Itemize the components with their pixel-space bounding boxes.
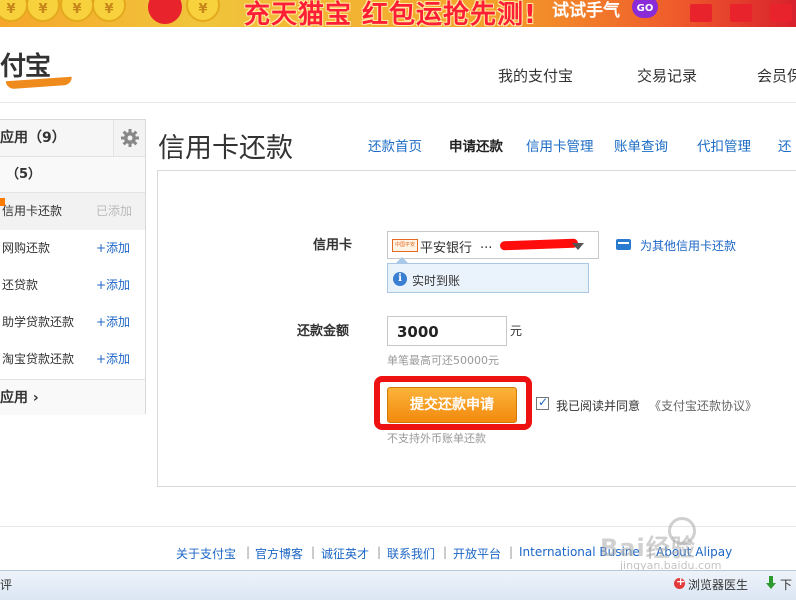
info-icon: i [393, 272, 407, 286]
sidebar-item-taobao-loan[interactable]: 淘宝贷款还款 +添加 [0, 341, 145, 378]
redaction-mark [499, 238, 579, 251]
sidebar-item-label: 信用卡还款 [2, 204, 63, 218]
status-left-text: 评 [0, 578, 13, 592]
bank-name: 平安银行 [420, 241, 473, 256]
banner-go-button[interactable]: GO [632, 0, 658, 18]
banner-headline: 充天猫宝 红包运抢先测! [244, 0, 537, 27]
sidebar-item-credit-card[interactable]: 信用卡还款 已添加 [0, 193, 145, 230]
other-card-link[interactable]: 为其他信用卡还款 [640, 237, 736, 254]
tab-bill-query[interactable]: 账单查询 [614, 135, 668, 155]
coin-icon [0, 0, 28, 22]
card-label: 信用卡 [313, 238, 353, 253]
footer-link-blog[interactable]: 官方博客 [255, 545, 303, 562]
amount-limit-hint: 单笔最高可还50000元 [387, 354, 499, 367]
tab-auto-debit[interactable]: 代扣管理 [697, 135, 751, 155]
sidebar-item-student-loan[interactable]: 助学贷款还款 +添加 [0, 304, 145, 341]
sidebar-header: 应用（9） [0, 120, 145, 157]
nav-member[interactable]: 会员保 [757, 65, 796, 86]
sidebar-subtitle: （5） [0, 157, 145, 193]
footer-separator: | [443, 545, 448, 559]
foreign-currency-note: 不支持外币账单还款 [387, 432, 486, 445]
footer-separator: | [311, 545, 316, 559]
amount-label: 还款金额 [297, 324, 350, 339]
nav-my-alipay[interactable]: 我的支付宝 [498, 65, 573, 86]
card-number: ... [480, 237, 493, 252]
red-envelope-icon [770, 4, 792, 22]
page-title: 信用卡还款 [158, 133, 293, 164]
agree-text: 我已阅读并同意 [556, 399, 641, 413]
banner-cta[interactable]: 试试手气 [552, 0, 620, 21]
gear-icon[interactable] [113, 120, 145, 156]
sidebar-item-label: 助学贷款还款 [2, 315, 75, 329]
sidebar-item-online-repay[interactable]: 网购还款 +添加 [0, 230, 145, 267]
promo-banner[interactable]: 充天猫宝 红包运抢先测! 试试手气 GO [0, 0, 796, 27]
sidebar-item-loan-repay[interactable]: 还贷款 +添加 [0, 267, 145, 304]
red-envelope-icon [730, 4, 752, 22]
red-envelope-icon [690, 4, 712, 22]
tab-card-manage[interactable]: 信用卡管理 [526, 135, 594, 155]
red-envelope-icon [148, 0, 182, 24]
card-select[interactable]: 中国平安 平安银行 ... [387, 231, 599, 259]
chevron-down-icon[interactable] [572, 243, 584, 250]
submit-repay-button[interactable]: 提交还款申请 [387, 387, 517, 423]
coin-icon [26, 0, 60, 22]
footer-separator: | [509, 545, 514, 559]
tab-apply-repay[interactable]: 申请还款 [449, 135, 503, 155]
arrival-tip-text: 实时到账 [412, 274, 461, 288]
browser-doctor-icon [674, 575, 685, 589]
sidebar-add-link[interactable]: +添加 [96, 341, 130, 378]
agree-checkbox[interactable] [536, 395, 549, 410]
sidebar-title: 应用（9） [0, 130, 66, 146]
nav-transactions[interactable]: 交易记录 [637, 65, 697, 86]
footer-link-platform[interactable]: 开放平台 [453, 545, 501, 562]
arrival-tip: i 实时到账 [387, 263, 589, 293]
sidebar: 应用（9） （5） 信用卡还款 已添加 网购还款 +添加 还贷款 +添加 助学贷… [0, 119, 146, 415]
tab-more[interactable]: 还 [778, 135, 792, 155]
logo[interactable]: 付宝 [0, 46, 51, 83]
credit-card-icon [616, 239, 631, 250]
bank-logo-icon: 中国平安 [392, 239, 418, 252]
browser-status-bar: 评 浏览器医生 下 [0, 570, 796, 600]
amount-input[interactable]: 3000 [387, 316, 507, 346]
watermark: Bai经验 [600, 534, 696, 562]
page: 充天猫宝 红包运抢先测! 试试手气 GO 付宝 我的支付宝 交易记录 会员保 应… [0, 0, 796, 600]
sidebar-footer-label: 应用 [0, 390, 28, 406]
footer-separator: | [377, 545, 382, 559]
site-header: 付宝 我的支付宝 交易记录 会员保 [0, 27, 796, 103]
footer-link-contact[interactable]: 联系我们 [387, 545, 435, 562]
footer-link-about[interactable]: 关于支付宝 [176, 545, 236, 562]
coin-icon [60, 0, 94, 22]
coin-icon [92, 0, 126, 22]
coin-icon [186, 0, 220, 22]
sidebar-item-label: 淘宝贷款还款 [2, 352, 75, 366]
tab-repay-home[interactable]: 还款首页 [368, 135, 422, 155]
sidebar-add-link[interactable]: +添加 [96, 230, 130, 267]
browser-doctor-button[interactable]: 浏览器医生 [688, 576, 748, 593]
chevron-right-icon: › [32, 390, 39, 406]
sidebar-item-label: 还贷款 [2, 278, 39, 292]
sidebar-add-link[interactable]: +添加 [96, 304, 130, 341]
sidebar-item-label: 网购还款 [2, 241, 51, 255]
footer-link-careers[interactable]: 诚征英才 [321, 545, 369, 562]
sidebar-footer-link[interactable]: 应用 › [0, 379, 145, 415]
sidebar-add-link[interactable]: +添加 [96, 267, 130, 304]
download-arrow-icon [766, 576, 776, 589]
amount-unit: 元 [510, 324, 523, 338]
agreement-link[interactable]: 《支付宝还款协议》 [649, 397, 757, 414]
sidebar-item-added: 已添加 [96, 204, 133, 218]
footer-separator: | [246, 545, 251, 559]
download-button[interactable]: 下 [780, 576, 792, 593]
